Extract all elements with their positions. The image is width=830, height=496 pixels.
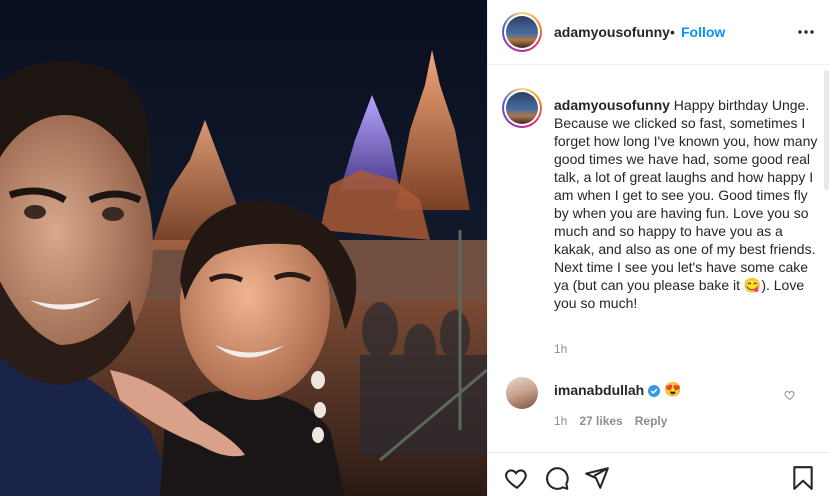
verified-badge-icon [648,384,661,397]
caption-username[interactable]: adamyousofunny [554,97,670,113]
post-photo[interactable] [0,0,487,496]
separator-dot: • [670,24,675,40]
caption-text: Happy birthday Unge. Because we clicked … [554,97,818,311]
selfie-temple-photo [0,0,487,496]
commenter-avatar[interactable] [506,377,538,409]
post-header: adamyousofunny • Follow [488,0,830,65]
comment-meta: 1h 27 likes Reply [554,414,667,428]
author-username[interactable]: adamyousofunny [554,24,670,40]
comment-likes[interactable]: 27 likes [579,414,622,428]
post-caption: adamyousofunny Happy birthday Unge. Beca… [554,96,824,312]
action-bar [488,452,830,496]
post-side-panel: adamyousofunny • Follow adamyousofunny H… [487,0,830,496]
comment-text: 😍 [664,381,682,397]
comment-like-heart-icon[interactable] [784,388,796,401]
share-icon[interactable] [584,465,610,491]
caption-author-avatar[interactable] [502,88,542,128]
comment-timestamp[interactable]: 1h [554,414,567,428]
follow-button[interactable]: Follow [681,24,725,40]
more-options-icon[interactable] [794,20,818,44]
author-avatar[interactable] [502,12,542,52]
scrollbar[interactable] [824,70,829,190]
reply-button[interactable]: Reply [635,414,668,428]
commenter-username[interactable]: imanabdullah [554,382,644,398]
comment: imanabdullah 😍 [554,381,682,398]
comment-icon[interactable] [544,465,570,491]
heart-icon[interactable] [504,465,530,491]
bookmark-icon[interactable] [790,465,816,491]
caption-timestamp[interactable]: 1h [554,342,567,356]
